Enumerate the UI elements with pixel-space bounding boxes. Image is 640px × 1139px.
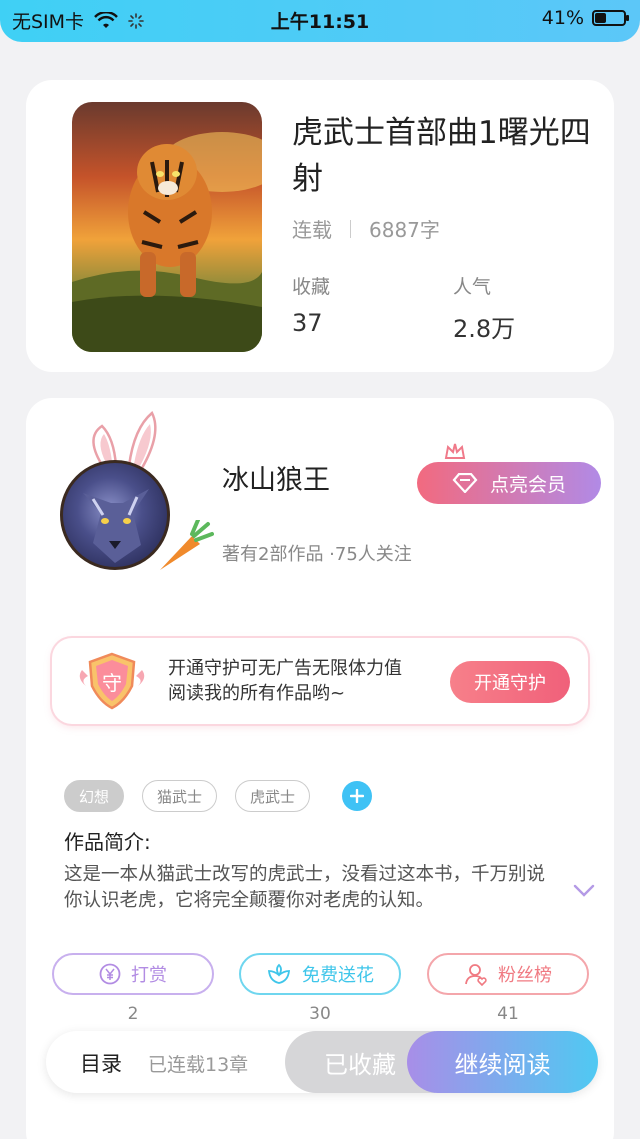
popularity-value: 2.8万: [453, 315, 516, 343]
favorites-value: 37: [292, 309, 323, 337]
meta-divider: [350, 219, 351, 238]
action-buttons: 打赏 免费送花 粉丝榜: [52, 953, 592, 995]
author-name[interactable]: 冰山狼王: [222, 458, 330, 497]
continue-reading-button[interactable]: 继续阅读: [407, 1031, 598, 1093]
battery-fill: [595, 13, 607, 23]
tip-count: 2: [127, 1004, 139, 1024]
add-tag-button[interactable]: [342, 781, 373, 811]
flower-count: 30: [309, 1004, 331, 1024]
tag-warrior-cats[interactable]: 猫武士: [142, 780, 218, 812]
word-count: 6887字: [369, 218, 440, 242]
favorites-label: 收藏: [292, 276, 331, 298]
guard-promo-text: 开通守护可无广告无限体力值阅读我的所有作品哟~: [168, 658, 402, 704]
send-flower-button[interactable]: 免费送花: [239, 953, 401, 995]
guard-badge-char: 守: [102, 671, 122, 695]
table-of-contents-link[interactable]: 目录: [80, 1048, 122, 1078]
chapter-count: 已连载13章: [148, 1054, 249, 1076]
plus-icon: [350, 789, 365, 803]
popularity-label: 人气: [453, 276, 492, 298]
crown-icon: [444, 443, 466, 459]
status-bar: 无SIM卡 上午11:51 41%: [0, 0, 640, 42]
vip-button-label: 点亮会员: [489, 474, 566, 496]
guard-promo-banner: 守 开通守护可无广告无限体力值阅读我的所有作品哟~ 开通守护: [52, 638, 588, 724]
popularity-stat: 人气 2.8万: [453, 272, 515, 344]
chevron-down-icon[interactable]: [573, 884, 595, 898]
yen-coin-icon: [99, 963, 121, 985]
fans-ranking-button[interactable]: 粉丝榜: [427, 953, 589, 995]
diamond-icon: [452, 473, 478, 493]
book-cover-image[interactable]: [72, 102, 262, 352]
battery-icon: [592, 10, 629, 26]
author-card: 冰山狼王 著有2部作品 ·75人关注 点亮会员 守 开通守护可无广告无限体力值阅…: [26, 398, 614, 1139]
vip-button[interactable]: 点亮会员: [417, 462, 601, 504]
favorites-stat: 收藏 37: [292, 272, 330, 337]
battery-percent: 41%: [541, 7, 584, 29]
book-meta: 连载 6887字: [292, 214, 440, 243]
fans-user-icon: [465, 964, 487, 986]
guard-shield-icon: 守: [74, 650, 150, 716]
intro-heading: 作品简介:: [64, 830, 151, 854]
fans-ranking-label: 粉丝榜: [498, 965, 552, 986]
author-avatar[interactable]: [56, 408, 214, 570]
book-info-card: 虎武士首部曲1曙光四射 连载 6887字 收藏 37 人气 2.8万: [26, 80, 614, 372]
serial-status: 连载: [292, 218, 332, 242]
tip-button[interactable]: 打赏: [52, 953, 214, 995]
fans-count: 41: [497, 1004, 519, 1024]
tip-label: 打赏: [131, 965, 167, 986]
tag-list: 幻想 猫武士 虎武士: [64, 780, 373, 812]
book-title: 虎武士首部曲1曙光四射: [292, 115, 591, 197]
tag-tiger-warriors[interactable]: 虎武士: [235, 780, 311, 812]
flower-icon: [268, 963, 290, 984]
carrot-icon: [160, 520, 214, 570]
author-summary: 著有2部作品 ·75人关注: [222, 544, 412, 565]
intro-text: 这是一本从猫武士改写的虎武士，没看过这本书，千万别说你认识老虎，它将完全颠覆你对…: [64, 864, 546, 911]
send-flower-label: 免费送花: [302, 965, 374, 986]
tag-fantasy[interactable]: 幻想: [64, 780, 125, 812]
open-guard-button[interactable]: 开通守护: [450, 661, 570, 703]
bottom-action-bar: 目录 已连载13章 已收藏 继续阅读: [46, 1031, 598, 1093]
